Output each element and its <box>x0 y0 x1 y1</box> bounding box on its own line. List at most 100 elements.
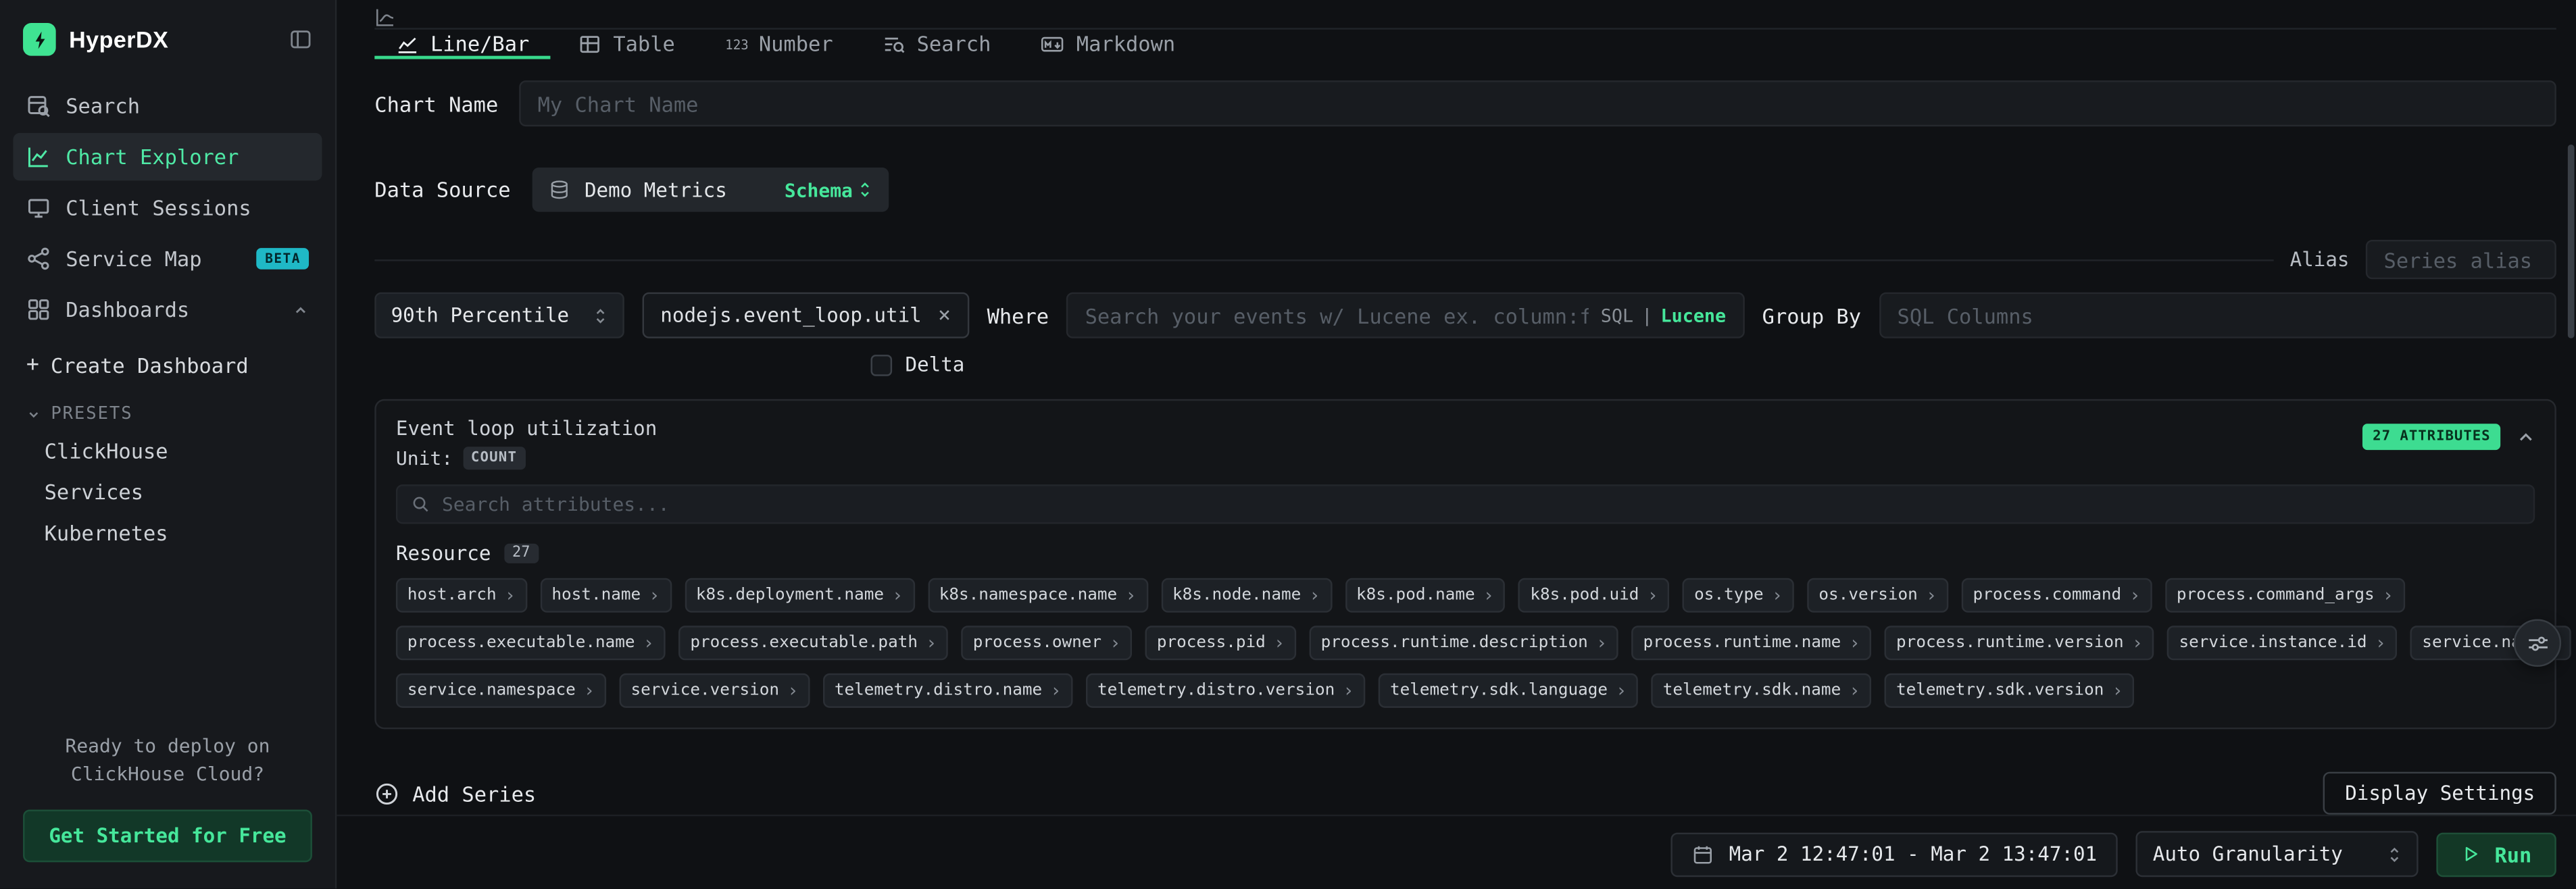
tab-search[interactable]: Search <box>861 31 1012 59</box>
preset-item-clickhouse[interactable]: ClickHouse <box>0 430 335 472</box>
chevron-down-icon <box>26 407 41 422</box>
attribute-chip-label: telemetry.sdk.name <box>1663 682 1841 700</box>
aggregation-select[interactable]: 90th Percentile <box>374 293 624 338</box>
sidebar-item-service-map[interactable]: Service Map BETA <box>13 235 322 283</box>
attribute-chip[interactable]: process.pid› <box>1145 626 1296 660</box>
attribute-chip[interactable]: service.version› <box>619 674 810 708</box>
markdown-icon <box>1040 32 1064 55</box>
attribute-chip[interactable]: telemetry.sdk.name› <box>1652 674 1872 708</box>
sidebar-item-client-sessions[interactable]: Client Sessions <box>13 184 322 232</box>
data-source-select[interactable]: Demo Metrics Schema <box>532 168 889 212</box>
attribute-chip[interactable]: service.instance.id› <box>2167 626 2397 660</box>
attribute-chip-label: process.executable.name <box>407 634 635 652</box>
granularity-select[interactable]: Auto Granularity <box>2136 831 2419 877</box>
filter-settings-button[interactable] <box>2514 619 2562 667</box>
attribute-chip-label: telemetry.sdk.language <box>1390 682 1608 700</box>
tab-label: Markdown <box>1076 31 1175 55</box>
get-started-button[interactable]: Get Started for Free <box>23 810 312 863</box>
tab-markdown[interactable]: Markdown <box>1019 31 1197 59</box>
run-button[interactable]: Run <box>2437 832 2556 876</box>
chevron-right-icon: › <box>2383 586 2394 605</box>
attribute-chip-label: k8s.node.name <box>1172 586 1301 605</box>
lucene-option[interactable]: Lucene <box>1661 305 1727 326</box>
metric-description: Event loop utilization <box>396 417 657 440</box>
metric-name: nodejs.event_loop.util <box>660 304 921 327</box>
data-source-label: Data Source <box>374 178 510 202</box>
attribute-chip[interactable]: telemetry.distro.version› <box>1086 674 1366 708</box>
tab-number[interactable]: 123 Number <box>703 31 854 59</box>
attribute-chips-row: process.executable.name›process.executab… <box>396 626 2535 660</box>
sidebar-item-label: Service Map <box>66 247 201 271</box>
attribute-chip[interactable]: telemetry.sdk.language› <box>1379 674 1638 708</box>
attribute-chip[interactable]: telemetry.distro.name› <box>823 674 1073 708</box>
group-label: Resource <box>396 542 491 565</box>
tab-table[interactable]: Table <box>558 31 697 59</box>
attribute-chip-label: process.runtime.description <box>1321 634 1588 652</box>
sidebar-item-label: Search <box>66 94 140 118</box>
attribute-chip[interactable]: telemetry.sdk.version› <box>1885 674 2135 708</box>
presets-section-toggle[interactable]: PRESETS <box>0 388 335 430</box>
time-range-picker[interactable]: Mar 2 12:47:01 - Mar 2 13:47:01 <box>1672 832 2119 876</box>
actions-row: Add Series Display Settings <box>374 772 2556 815</box>
delta-checkbox[interactable] <box>870 354 892 376</box>
chart-preview-icon <box>374 7 396 28</box>
alias-input[interactable] <box>2384 247 2539 272</box>
query-language-toggle[interactable]: SQL | Lucene <box>1601 305 1726 326</box>
attribute-chip[interactable]: process.command_args› <box>2165 578 2405 613</box>
sidebar-item-chart-explorer[interactable]: Chart Explorer <box>13 133 322 181</box>
attribute-chip[interactable]: k8s.node.name› <box>1161 578 1332 613</box>
service-map-icon <box>26 247 51 271</box>
preset-item-services[interactable]: Services <box>0 472 335 513</box>
create-dashboard-button[interactable]: + Create Dashboard <box>0 334 335 388</box>
chart-name-input[interactable] <box>538 91 2538 116</box>
attribute-chip-label: telemetry.distro.name <box>835 682 1042 700</box>
attribute-chip[interactable]: k8s.deployment.name› <box>685 578 914 613</box>
attribute-chip[interactable]: process.command› <box>1962 578 2152 613</box>
collapse-attributes-button[interactable] <box>2517 428 2535 446</box>
sql-option[interactable]: SQL <box>1601 305 1633 326</box>
run-label: Run <box>2494 842 2531 866</box>
chevron-right-icon: › <box>2375 634 2386 652</box>
chevron-right-icon: › <box>1772 586 1783 605</box>
add-series-button[interactable]: Add Series <box>374 781 536 805</box>
attribute-chip[interactable]: os.type› <box>1683 578 1794 613</box>
schema-button[interactable]: Schema <box>785 178 872 201</box>
group-by-input[interactable] <box>1898 303 2539 328</box>
attribute-search-input[interactable] <box>442 492 2520 515</box>
remove-metric-icon[interactable]: × <box>938 303 951 328</box>
tab-label: Line/Bar <box>430 31 529 55</box>
attribute-chip[interactable]: process.executable.path› <box>678 626 948 660</box>
tab-line-bar[interactable]: Line/Bar <box>374 31 551 59</box>
scrollbar[interactable] <box>2568 145 2575 338</box>
sidebar-collapse-button[interactable] <box>289 28 312 51</box>
attribute-chip[interactable]: process.runtime.name› <box>1632 626 1872 660</box>
attribute-chip[interactable]: process.runtime.version› <box>1885 626 2154 660</box>
attribute-chip[interactable]: process.runtime.description› <box>1310 626 1619 660</box>
display-settings-button[interactable]: Display Settings <box>2324 772 2556 815</box>
metric-chip[interactable]: nodejs.event_loop.util × <box>643 293 969 338</box>
attribute-chip[interactable]: k8s.namespace.name› <box>928 578 1148 613</box>
where-field: SQL | Lucene <box>1067 293 1744 338</box>
sidebar-item-dashboards[interactable]: Dashboards <box>13 286 322 334</box>
chevron-right-icon: › <box>1274 634 1285 652</box>
attribute-chip[interactable]: process.executable.name› <box>396 626 666 660</box>
attribute-chip[interactable]: host.name› <box>540 578 671 613</box>
deploy-text: Ready to deploy on ClickHouse Cloud? <box>23 732 312 790</box>
attribute-chip[interactable]: process.owner› <box>962 626 1133 660</box>
attribute-search-field <box>396 484 2535 524</box>
main-content: Line/Bar Table 123 Number Search <box>337 0 2576 889</box>
attribute-chip-label: telemetry.sdk.version <box>1896 682 2104 700</box>
attribute-chip[interactable]: k8s.pod.uid› <box>1518 578 1669 613</box>
sidebar-item-search[interactable]: Search <box>13 82 322 130</box>
dashboards-icon <box>26 297 51 322</box>
unit-badge: COUNT <box>463 447 526 469</box>
attribute-chip[interactable]: k8s.pod.name› <box>1345 578 1506 613</box>
chevron-right-icon: › <box>584 682 595 700</box>
data-source-row: Data Source Demo Metrics Schema <box>374 168 2556 212</box>
preset-item-kubernetes[interactable]: Kubernetes <box>0 513 335 554</box>
attribute-chip[interactable]: os.version› <box>1807 578 1948 613</box>
attribute-chip[interactable]: host.arch› <box>396 578 527 613</box>
where-input[interactable] <box>1085 303 1589 328</box>
attribute-chips-row: host.arch› host.name› k8s.deployment.name›… <box>396 578 2535 613</box>
attribute-chip[interactable]: service.namespace› <box>396 674 606 708</box>
